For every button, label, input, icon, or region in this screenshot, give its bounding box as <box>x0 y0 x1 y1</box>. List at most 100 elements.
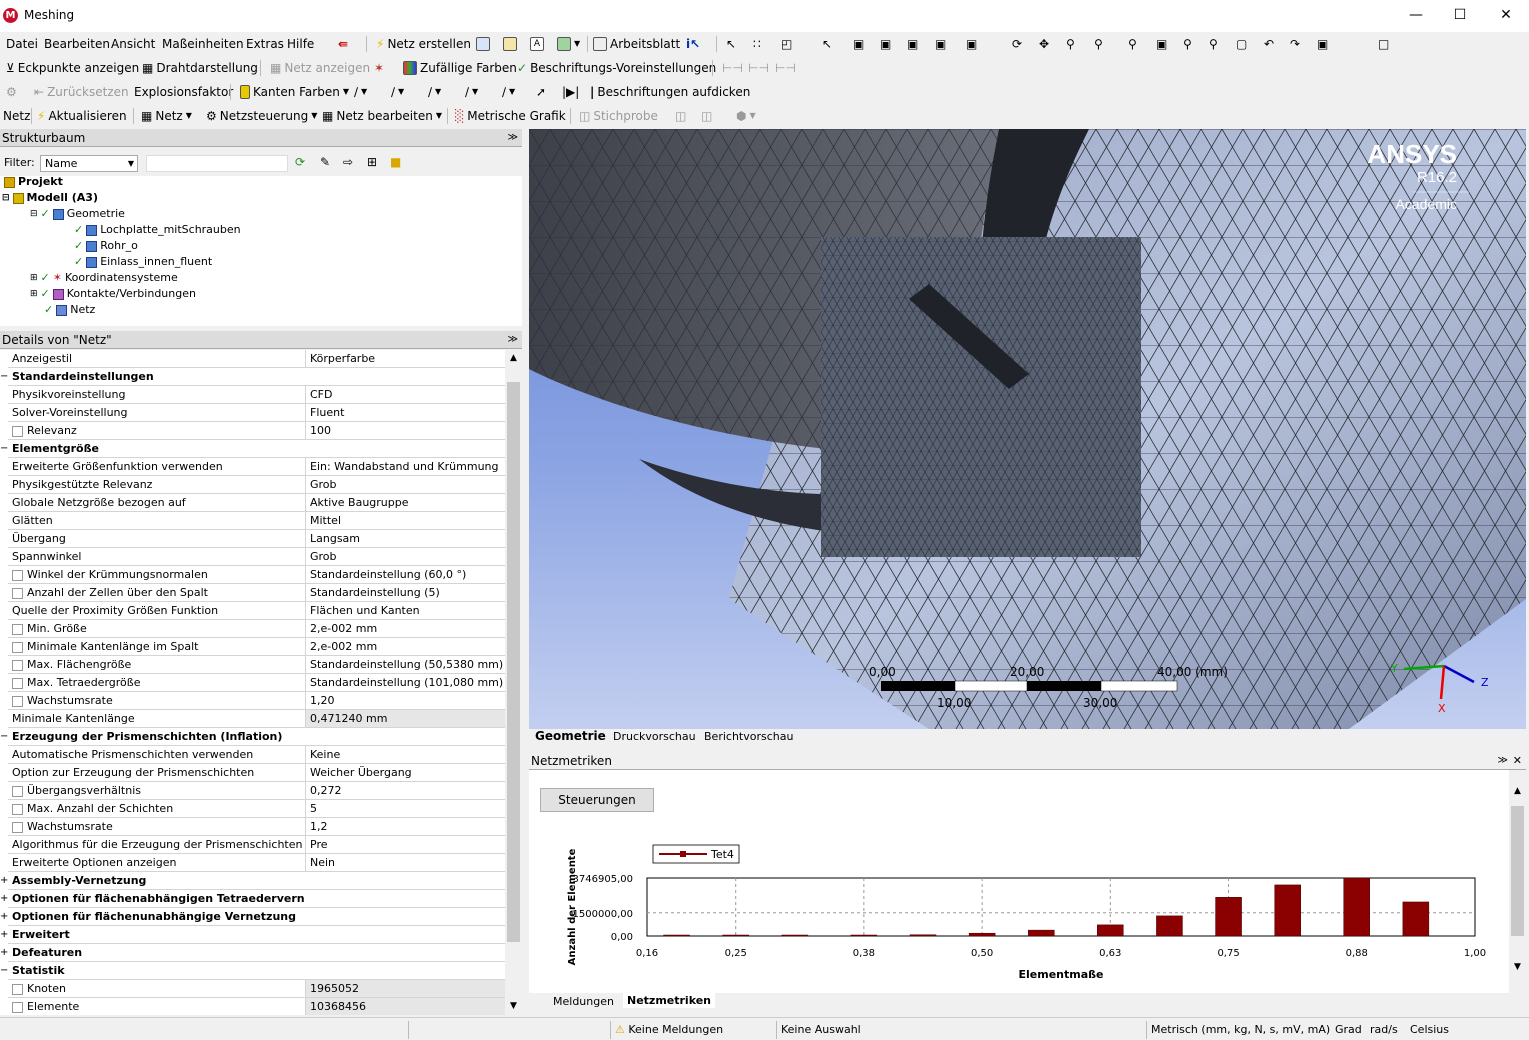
pan-icon[interactable]: ✥ <box>1039 32 1049 56</box>
tab-geometrie[interactable]: Geometrie <box>535 729 606 743</box>
details-row[interactable]: Globale Netzgröße bezogen auf Aktive Baug… <box>8 494 505 512</box>
status-rads[interactable]: rad/s <box>1366 1021 1398 1039</box>
tree-node-einlass[interactable]: ✓ Einlass_innen_fluent <box>74 254 212 270</box>
folder-icon[interactable]: ■ <box>390 155 401 169</box>
netzsteuerung-dropdown[interactable]: ⚙ Netzsteuerung ▼ <box>206 104 317 128</box>
zoom-box-icon[interactable]: ▣ <box>1156 32 1167 56</box>
details-row[interactable]: Physikgestützte Relevanz Grob <box>8 476 505 494</box>
scroll-down-icon[interactable]: ▼ <box>505 998 522 1015</box>
details-value[interactable]: 1,20 <box>305 692 505 709</box>
refresh-icon[interactable]: ⟳ <box>295 155 305 169</box>
pin-icon[interactable]: ≫ <box>508 331 518 349</box>
stichprobe-button[interactable]: ◫ Stichprobe <box>579 104 658 128</box>
details-row[interactable]: Max. Flächengröße Standardeinstellung (50… <box>8 656 505 674</box>
expand-icon[interactable]: + <box>0 944 8 962</box>
table-icon[interactable] <box>476 32 490 56</box>
body-icon-2[interactable]: ▣ <box>880 32 891 56</box>
scroll-thumb[interactable] <box>1511 806 1524 936</box>
details-group-row[interactable]: Erweitert <box>8 926 505 944</box>
collapse-icon[interactable]: − <box>0 728 8 746</box>
select-icon[interactable]: ↖ <box>726 32 736 56</box>
metrics-scrollbar[interactable]: ▲ ▼ <box>1509 770 1526 993</box>
zufaellige-farben-button[interactable]: Zufällige Farben <box>403 56 517 80</box>
body-icon-1[interactable]: ▣ <box>853 32 864 56</box>
pin-icon[interactable]: ≫ <box>508 129 518 147</box>
body-icon-4[interactable]: ▣ <box>935 32 946 56</box>
details-row[interactable]: Glätten Mittel <box>8 512 505 530</box>
chart-icon[interactable] <box>503 32 517 56</box>
edge-style-icon-5[interactable]: ∕ ▼ <box>502 80 515 104</box>
explode-icon[interactable]: ⚙ <box>6 80 17 104</box>
menu-item[interactable]: Datei <box>6 32 38 56</box>
body-icon-3[interactable]: ▣ <box>907 32 918 56</box>
tree-node-lochplatte[interactable]: ✓ Lochplatte_mitSchrauben <box>74 222 241 238</box>
details-row[interactable]: Min. Größe 2,e-002 mm <box>8 620 505 638</box>
pin-icon[interactable]: ≫ <box>1498 752 1508 770</box>
edge-style-icon-1[interactable]: ∕ ▼ <box>354 80 367 104</box>
details-row[interactable]: Anzahl der Zellen über den Spalt Standard… <box>8 584 505 602</box>
parameter-checkbox[interactable] <box>12 821 23 833</box>
details-group-row[interactable]: Standardeinstellungen <box>8 368 505 386</box>
dimension-icon-3[interactable]: ⊢⊣ <box>775 56 796 80</box>
details-value[interactable]: Körperfarbe <box>305 350 505 367</box>
parameter-checkbox[interactable] <box>12 803 23 815</box>
details-value[interactable]: Grob <box>305 476 505 493</box>
details-value[interactable]: Standardeinstellung (50,5380 mm) <box>305 656 505 673</box>
zoom-fit-icon[interactable]: ⚲ <box>1128 32 1137 56</box>
details-group-row[interactable]: Optionen für flächenabhängigen Tetraeder… <box>8 890 505 908</box>
details-value[interactable]: Nein <box>305 854 505 871</box>
parameter-checkbox[interactable] <box>12 641 23 653</box>
details-row[interactable]: Algorithmus für die Erzeugung der Prisme… <box>8 836 505 854</box>
shape-dropdown[interactable]: ⬢ ▼ <box>736 104 756 128</box>
details-value[interactable]: 2,e-002 mm <box>305 620 505 637</box>
details-group-row[interactable]: Elementgröße <box>8 440 505 458</box>
steuerungen-button[interactable]: Steuerungen <box>540 788 654 812</box>
netz-bearbeiten-dropdown[interactable]: ▦ Netz bearbeiten ▼ <box>322 104 442 128</box>
menu-item[interactable]: Bearbeiten <box>44 32 110 56</box>
expand-icon[interactable]: + <box>0 926 8 944</box>
collapse-icon[interactable]: − <box>0 368 8 386</box>
parameter-checkbox[interactable] <box>12 659 23 671</box>
expand-icon[interactable]: ⇨ <box>343 155 353 169</box>
details-row[interactable]: Erweiterte Optionen anzeigen Nein <box>8 854 505 872</box>
details-row[interactable]: Spannwinkel Grob <box>8 548 505 566</box>
pin-edge-icon[interactable]: ➚ <box>536 80 546 104</box>
details-value[interactable]: Pre <box>305 836 505 853</box>
view-icon[interactable]: ▣ <box>1317 32 1328 56</box>
details-value[interactable]: CFD <box>305 386 505 403</box>
tree-node-geometrie[interactable]: ⊟ ✓ Geometrie <box>30 206 125 222</box>
collapse-icon[interactable]: − <box>0 962 8 980</box>
arbeitsblatt-button[interactable]: Arbeitsblatt <box>593 32 680 56</box>
details-value[interactable]: Standardeinstellung (101,080 mm) <box>305 674 505 691</box>
details-value[interactable]: Ein: Wandabstand und Krümmung <box>305 458 505 475</box>
expand-icon[interactable]: + <box>0 872 8 890</box>
collapse-icon[interactable]: − <box>0 440 8 458</box>
details-row[interactable]: Max. Tetraedergröße Standardeinstellung (… <box>8 674 505 692</box>
details-value[interactable]: Langsam <box>305 530 505 547</box>
details-value[interactable]: 1,2 <box>305 818 505 835</box>
probe-icon-3[interactable]: ◫ <box>701 104 712 128</box>
details-value[interactable]: Flächen und Kanten <box>305 602 505 619</box>
expand-icon[interactable]: + <box>0 908 8 926</box>
details-value[interactable]: 5 <box>305 800 505 817</box>
details-row[interactable]: Erweiterte Größenfunktion verwenden Ein: … <box>8 458 505 476</box>
details-value[interactable]: Standardeinstellung (60,0 °) <box>305 566 505 583</box>
menu-item[interactable]: Hilfe <box>287 32 314 56</box>
details-value[interactable]: Keine <box>305 746 505 763</box>
kanten-farben-button[interactable]: Kanten Farben ▼ <box>240 80 349 104</box>
body-icon-5[interactable]: ▣ <box>966 32 977 56</box>
tab-berichtvorschau[interactable]: Berichtvorschau <box>704 730 793 743</box>
details-row[interactable]: Relevanz 100 <box>8 422 505 440</box>
tree-node-koordinatensysteme[interactable]: ⊞ ✓ ✶ Koordinatensysteme <box>30 270 178 286</box>
details-value[interactable]: Standardeinstellung (5) <box>305 584 505 601</box>
menu-item[interactable]: Maßeinheiten <box>162 32 244 56</box>
details-value[interactable]: 0,471240 mm <box>305 710 505 727</box>
tree-node-modell[interactable]: ⊟ Modell (A3) <box>2 190 98 206</box>
parameter-checkbox[interactable] <box>12 623 23 635</box>
parameter-checkbox[interactable] <box>12 569 23 581</box>
details-row[interactable]: Wachstumsrate 1,2 <box>8 818 505 836</box>
details-value[interactable]: 0,272 <box>305 782 505 799</box>
details-row[interactable]: Knoten 1965052 <box>8 980 505 998</box>
details-row[interactable]: Übergangsverhältnis 0,272 <box>8 782 505 800</box>
close-icon[interactable]: ✕ <box>1513 752 1522 770</box>
